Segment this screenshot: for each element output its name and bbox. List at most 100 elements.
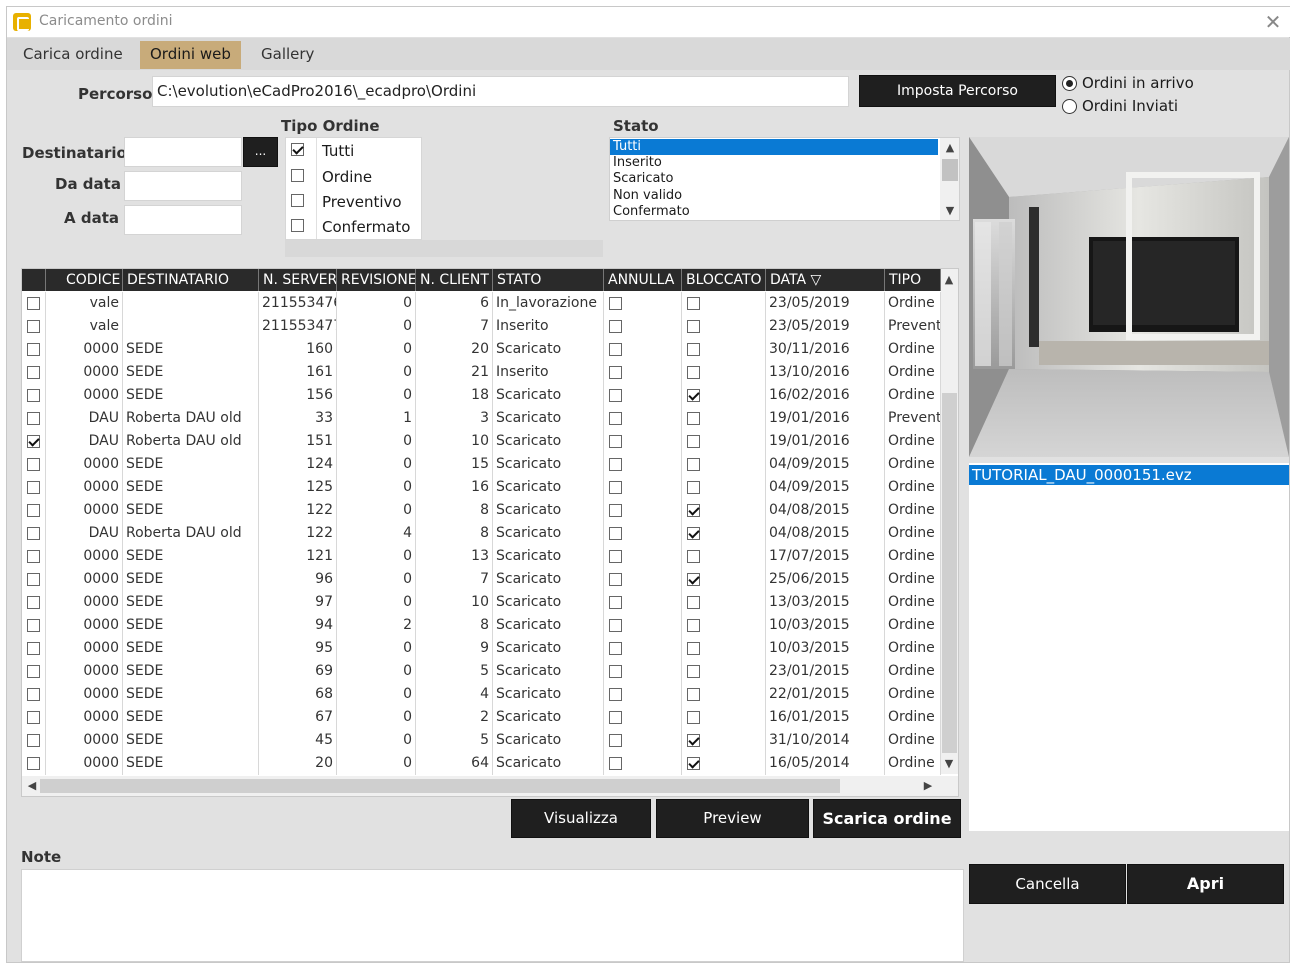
bloccato-checkbox[interactable] <box>687 711 700 724</box>
bloccato-checkbox[interactable] <box>687 435 700 448</box>
sel-checkbox[interactable] <box>27 481 40 494</box>
table-row[interactable]: 0000 SEDE 121 0 13 Scaricato 17/07/2015 Ordine <box>22 545 941 568</box>
grid-header-revisione[interactable]: REVISIONE <box>337 269 416 291</box>
grid-header-stato[interactable]: STATO <box>493 269 604 291</box>
tab-carica-ordine[interactable]: Carica ordine <box>13 41 133 69</box>
bloccato-checkbox[interactable] <box>687 412 700 425</box>
tipo-ordine-hscroll[interactable] <box>285 240 603 257</box>
grid-scroll-down-icon[interactable]: ▼ <box>941 757 957 770</box>
sel-checkbox[interactable] <box>27 734 40 747</box>
bloccato-checkbox[interactable] <box>687 734 700 747</box>
sel-checkbox[interactable] <box>27 366 40 379</box>
bloccato-checkbox[interactable] <box>687 297 700 310</box>
annulla-checkbox[interactable] <box>609 412 622 425</box>
annulla-checkbox[interactable] <box>609 389 622 402</box>
table-row[interactable]: DAU Roberta DAU old 33 1 3 Scaricato 19/01/201… <box>22 407 941 430</box>
grid-header-data[interactable]: DATA ▽ <box>766 269 885 291</box>
grid-header-codice[interactable]: CODICE <box>46 269 123 291</box>
table-row[interactable]: 0000 SEDE 20 0 64 Scaricato 16/05/2014 Ordine <box>22 752 941 775</box>
bloccato-checkbox[interactable] <box>687 458 700 471</box>
notes-textarea[interactable] <box>21 869 964 962</box>
tab-gallery[interactable]: Gallery <box>251 41 324 69</box>
annulla-checkbox[interactable] <box>609 734 622 747</box>
table-row[interactable]: 0000 SEDE 95 0 9 Scaricato 10/03/2015 Ordine <box>22 637 941 660</box>
bloccato-checkbox[interactable] <box>687 389 700 402</box>
grid-header-bloccato[interactable]: BLOCCATO <box>682 269 766 291</box>
annulla-checkbox[interactable] <box>609 435 622 448</box>
sel-checkbox[interactable] <box>27 297 40 310</box>
radio-sent[interactable] <box>1062 99 1077 114</box>
sel-checkbox[interactable] <box>27 665 40 678</box>
annulla-checkbox[interactable] <box>609 320 622 333</box>
sel-checkbox[interactable] <box>27 320 40 333</box>
grid-scroll-right-icon[interactable]: ▶ <box>920 779 936 792</box>
bloccato-checkbox[interactable] <box>687 596 700 609</box>
scroll-down-icon[interactable]: ▼ <box>942 204 958 217</box>
bloccato-checkbox[interactable] <box>687 527 700 540</box>
annulla-checkbox[interactable] <box>609 573 622 586</box>
sel-checkbox[interactable] <box>27 688 40 701</box>
tipo-tutti-checkbox[interactable] <box>291 143 304 156</box>
annulla-checkbox[interactable] <box>609 550 622 563</box>
annulla-checkbox[interactable] <box>609 481 622 494</box>
grid-header-annulla[interactable]: ANNULLA <box>604 269 682 291</box>
bloccato-checkbox[interactable] <box>687 757 700 770</box>
annulla-checkbox[interactable] <box>609 642 622 655</box>
sel-checkbox[interactable] <box>27 757 40 770</box>
sel-checkbox[interactable] <box>27 504 40 517</box>
destinatario-input[interactable] <box>124 137 242 167</box>
table-row[interactable]: 0000 SEDE 156 0 18 Scaricato 16/02/2016 Ordine <box>22 384 941 407</box>
sel-checkbox[interactable] <box>27 458 40 471</box>
grid-header-select[interactable] <box>22 269 46 291</box>
tab-ordini-web[interactable]: Ordini web <box>140 41 241 69</box>
table-row[interactable]: 0000 SEDE 160 0 20 Scaricato 30/11/2016 Ordine <box>22 338 941 361</box>
tipo-preventivo-checkbox[interactable] <box>291 194 304 207</box>
sel-checkbox[interactable] <box>27 550 40 563</box>
table-row[interactable]: 0000 SEDE 96 0 7 Scaricato 25/06/2015 Ordine <box>22 568 941 591</box>
table-row[interactable]: vale 211553477 0 7 Inserito 23/05/2019 Prevent <box>22 315 941 338</box>
grid-hscroll-thumb[interactable] <box>40 779 840 793</box>
bloccato-checkbox[interactable] <box>687 550 700 563</box>
grid-scroll-left-icon[interactable]: ◀ <box>24 779 40 792</box>
table-row[interactable]: DAU Roberta DAU old 122 4 8 Scaricato 04/08/20… <box>22 522 941 545</box>
annulla-checkbox[interactable] <box>609 596 622 609</box>
set-path-button[interactable]: Imposta Percorso <box>859 75 1056 107</box>
sel-checkbox[interactable] <box>27 412 40 425</box>
bloccato-checkbox[interactable] <box>687 619 700 632</box>
grid-hscrollbar[interactable]: ◀ ▶ <box>22 776 958 796</box>
table-row[interactable]: vale 211553476 0 6 In_lavorazione 23/05/2019 O… <box>22 292 941 315</box>
table-row[interactable]: 0000 SEDE 122 0 8 Scaricato 04/08/2015 Ordine <box>22 499 941 522</box>
annulla-checkbox[interactable] <box>609 458 622 471</box>
a-data-input[interactable] <box>124 205 242 235</box>
stato-scrollbar[interactable]: ▲ ▼ <box>940 138 959 220</box>
annulla-checkbox[interactable] <box>609 619 622 632</box>
annulla-checkbox[interactable] <box>609 297 622 310</box>
sel-checkbox[interactable] <box>27 596 40 609</box>
grid-header-n-server[interactable]: N. SERVER <box>259 269 337 291</box>
annulla-checkbox[interactable] <box>609 711 622 724</box>
annulla-checkbox[interactable] <box>609 366 622 379</box>
sel-checkbox[interactable] <box>27 435 40 448</box>
sel-checkbox[interactable] <box>27 389 40 402</box>
bloccato-checkbox[interactable] <box>687 665 700 678</box>
sel-checkbox[interactable] <box>27 573 40 586</box>
bloccato-checkbox[interactable] <box>687 504 700 517</box>
stato-item-inserito[interactable]: Inserito <box>613 155 662 171</box>
radio-incoming[interactable] <box>1062 76 1077 91</box>
visualizza-button[interactable]: Visualizza <box>511 799 651 838</box>
close-icon[interactable]: ✕ <box>1261 10 1285 34</box>
bloccato-checkbox[interactable] <box>687 343 700 356</box>
grid-header-destinatario[interactable]: DESTINATARIO <box>123 269 259 291</box>
sel-checkbox[interactable] <box>27 642 40 655</box>
grid-header-n-client[interactable]: N. CLIENT <box>416 269 493 291</box>
bloccato-checkbox[interactable] <box>687 688 700 701</box>
annulla-checkbox[interactable] <box>609 504 622 517</box>
annulla-checkbox[interactable] <box>609 688 622 701</box>
da-data-input[interactable] <box>124 171 242 201</box>
annulla-checkbox[interactable] <box>609 665 622 678</box>
cancel-button[interactable]: Cancella <box>969 864 1126 904</box>
path-input[interactable]: C:\evolution\eCadPro2016\_ecadpro\Ordini <box>152 76 849 107</box>
annulla-checkbox[interactable] <box>609 527 622 540</box>
bloccato-checkbox[interactable] <box>687 366 700 379</box>
grid-vscrollbar[interactable]: ▲ ▼ <box>941 269 958 774</box>
